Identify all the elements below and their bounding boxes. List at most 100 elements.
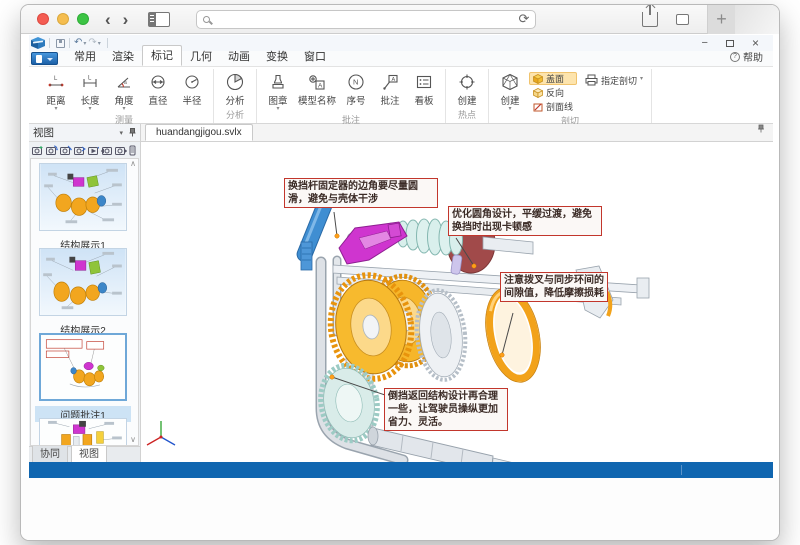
distance-button[interactable]: L 距离 ▾ — [39, 69, 73, 112]
play-views-icon[interactable] — [88, 145, 100, 156]
window-controls: − × — [702, 36, 759, 50]
view-item-issue-note-1[interactable]: 问题批注1 — [35, 333, 131, 422]
app-logo-icon — [31, 37, 45, 49]
assign-section-button[interactable]: 指定剖切 ▾ — [577, 69, 647, 87]
prev-view-icon[interactable] — [101, 145, 113, 156]
assign-section-icon — [585, 74, 598, 86]
panel-dropdown-icon[interactable]: ▾ — [119, 129, 123, 137]
svg-text:L: L — [54, 76, 58, 82]
address-bar[interactable]: ⟳ — [196, 10, 536, 29]
tab-donghua[interactable]: 动画 — [220, 47, 258, 66]
view-thumbnail — [39, 418, 127, 446]
minimize-traffic-light[interactable] — [57, 13, 69, 25]
app-restore-button[interactable] — [726, 40, 734, 47]
diameter-button[interactable]: 直径 — [141, 69, 175, 107]
ribbon-group-section: 创建 ▾ 盖面 反向 剖面线 — [489, 69, 652, 123]
view-item-structure-2[interactable]: 结构展示2 — [35, 248, 131, 337]
panel-pin-icon[interactable] — [129, 128, 136, 137]
model-canvas[interactable]: 换挡杆固定器的边角要尽量圆滑，避免与壳体干涉 优化圆角设计，平缓过渡，避免换挡时… — [141, 142, 773, 462]
tab-changyong[interactable]: 常用 — [66, 47, 104, 66]
ribbon-group-annotate: 图章 ▾ A 模型名称 N 序号 A 批注 看板 — [257, 69, 446, 123]
strip-pin-icon[interactable] — [757, 120, 765, 141]
app-close-button[interactable]: × — [752, 36, 759, 50]
tab-biaoji[interactable]: 标记 — [142, 45, 182, 66]
view-item-partial[interactable] — [35, 418, 131, 446]
view-thumbnail-list[interactable]: ∧ ∨ 结构展示1 — [30, 158, 139, 446]
undo-dropdown-icon[interactable]: ▾ — [83, 40, 86, 47]
help-button[interactable]: ? 帮助 — [730, 49, 763, 66]
length-icon: L — [81, 71, 99, 93]
crosshair-icon — [457, 71, 477, 93]
length-button[interactable]: L 长度 ▾ — [73, 69, 107, 112]
section-create-button[interactable]: 创建 ▾ — [493, 69, 527, 112]
tabbar-corner — [735, 5, 779, 34]
ribbon: L 距离 ▾ L 长度 ▾ a 角度 ▾ 直径 — [29, 67, 773, 124]
sidebar-toggle-icon[interactable] — [148, 12, 170, 27]
tab-xuanran[interactable]: 渲染 — [104, 47, 142, 66]
view-panel-title: 视图 — [33, 125, 54, 140]
reverse-button[interactable]: 反向 — [529, 86, 577, 99]
share-icon[interactable] — [642, 12, 658, 27]
sequence-number-icon: N — [347, 71, 365, 93]
hotspot-create-button[interactable]: 创建 — [450, 69, 484, 107]
cap-face-button[interactable]: 盖面 — [529, 72, 577, 85]
show-tabs-icon[interactable] — [676, 14, 689, 25]
hatch-line-button[interactable]: 剖面线 — [529, 100, 577, 113]
group-label-hotspot: 热点 — [450, 107, 484, 123]
file-menu-button[interactable] — [31, 52, 58, 65]
annotation-callout-3[interactable]: 注意拨叉与同步环间的间隙值，降低摩擦损耗 — [500, 272, 608, 302]
new-tab-button[interactable]: + — [707, 5, 735, 34]
axis-triad — [147, 421, 175, 445]
analysis-button[interactable]: 分析 — [218, 69, 252, 107]
tab-jihe[interactable]: 几何 — [182, 47, 220, 66]
save-icon[interactable] — [56, 39, 65, 48]
view-thumbnail — [39, 333, 127, 401]
search-input[interactable] — [216, 13, 512, 25]
stamp-button[interactable]: 图章 ▾ — [261, 69, 295, 112]
create-view-icon[interactable] — [32, 145, 44, 156]
scroll-up-icon[interactable]: ∧ — [130, 160, 136, 168]
redo-dropdown-icon[interactable]: ▾ — [98, 40, 101, 47]
update-view-icon[interactable] — [46, 145, 58, 156]
zoom-traffic-light[interactable] — [77, 13, 89, 25]
board-icon — [415, 71, 433, 93]
next-view-icon[interactable] — [115, 145, 127, 156]
browser-window: ‹ › ⟳ + ↶ ▾ ↷ ▾ − × — [20, 4, 780, 541]
help-label: 帮助 — [743, 49, 763, 64]
analysis-icon — [225, 71, 245, 93]
view-panel: 视图 ▾ ∧ ∨ — [29, 124, 141, 462]
svg-text:A: A — [392, 76, 396, 82]
back-button[interactable]: ‹ — [105, 11, 111, 28]
sequence-button[interactable]: N 序号 — [339, 69, 373, 107]
angle-icon: a — [115, 71, 133, 93]
scroll-down-icon[interactable]: ∨ — [130, 436, 136, 444]
annotation-callout-2[interactable]: 优化圆角设计，平缓过渡，避免换挡时出现卡顿感 — [448, 206, 602, 236]
status-bar — [29, 462, 773, 478]
rename-view-icon[interactable] — [60, 145, 72, 156]
tab-bianhuan[interactable]: 变换 — [258, 47, 296, 66]
board-button[interactable]: 看板 — [407, 69, 441, 107]
radius-button[interactable]: 半径 — [175, 69, 209, 107]
panel-bottom-tabs: 协同 视图 — [29, 446, 140, 462]
group-label-analysis: 分析 — [218, 107, 252, 123]
refresh-icon[interactable]: ⟳ — [518, 11, 529, 27]
annotation-callout-1[interactable]: 换挡杆固定器的边角要尽量圆滑，避免与壳体干涉 — [284, 178, 438, 208]
angle-button[interactable]: a 角度 ▾ — [107, 69, 141, 112]
ribbon-group-measure: L 距离 ▾ L 长度 ▾ a 角度 ▾ 直径 — [35, 69, 214, 123]
browser-toolbar: ‹ › ⟳ + — [21, 5, 779, 34]
hatch-line-icon — [533, 102, 543, 112]
view-options-icon[interactable] — [129, 145, 137, 156]
view-item-structure-1[interactable]: 结构展示1 — [35, 163, 131, 252]
close-traffic-light[interactable] — [37, 13, 49, 25]
document-tab[interactable]: huandangjigou.svlx — [145, 124, 253, 141]
model-name-button[interactable]: A 模型名称 — [295, 69, 339, 107]
apply-view-icon[interactable] — [74, 145, 86, 156]
help-icon: ? — [730, 52, 740, 62]
distance-icon: L — [47, 71, 65, 93]
annotation-callout-4[interactable]: 倒挡返回结构设计再合理一些，让驾驶员操纵更加省力、灵活。 — [384, 388, 508, 431]
forward-button[interactable]: › — [123, 11, 129, 28]
tab-chuangkou[interactable]: 窗口 — [296, 47, 334, 66]
note-button[interactable]: A 批注 — [373, 69, 407, 107]
svg-text:a: a — [124, 80, 127, 86]
app-minimize-button[interactable]: − — [702, 37, 708, 49]
